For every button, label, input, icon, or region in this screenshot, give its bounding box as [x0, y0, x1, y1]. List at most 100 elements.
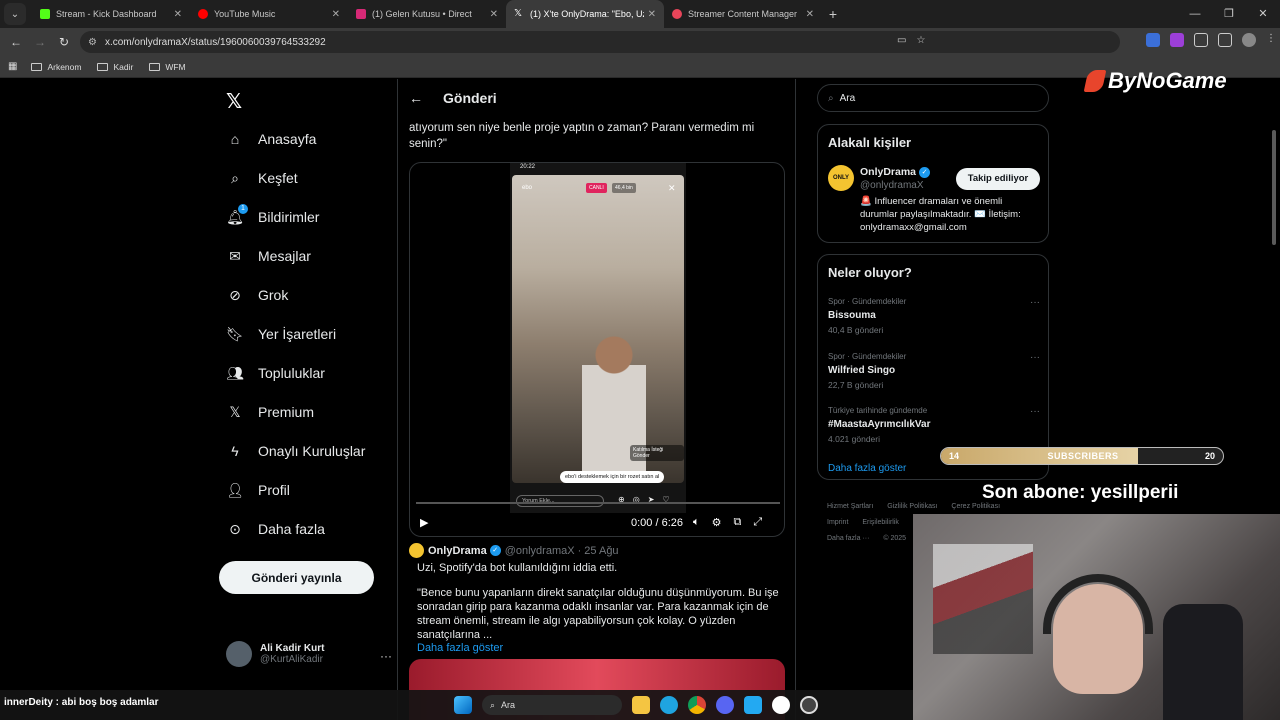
- trend-item[interactable]: Spor · Gündemdekiler Wilfried Singo 22,7…: [828, 352, 1040, 390]
- nav-profile[interactable]: 👤︎ Profil: [226, 481, 290, 499]
- minimize-icon[interactable]: —: [1178, 0, 1212, 28]
- nav-explore[interactable]: ⌕ Keşfet: [226, 169, 298, 187]
- nav-messages[interactable]: ✉ Mesajlar: [226, 247, 311, 265]
- windows-taskbar: innerDeity : abi boş boş adamlar ⌕ Ara: [0, 690, 913, 720]
- more-icon: ⊙: [229, 520, 241, 537]
- fullscreen-icon[interactable]: ⤢: [753, 516, 762, 529]
- video-player[interactable]: 20:22 ebo CANLI 46,4 bin ✕ Katılma İsteğ…: [409, 162, 785, 537]
- account-switcher[interactable]: Ali Kadir Kurt @KurtAliKadir ···: [226, 641, 392, 667]
- github-icon[interactable]: [772, 696, 790, 714]
- forward-icon[interactable]: →: [28, 35, 52, 49]
- bynogame-logo-icon: [1083, 70, 1107, 92]
- play-icon[interactable]: ▶: [420, 516, 428, 529]
- bookmark-kadir[interactable]: Kadir: [97, 62, 133, 72]
- post-button[interactable]: Gönderi yayınla: [219, 561, 374, 594]
- account-name: Ali Kadir Kurt: [260, 643, 325, 654]
- video-progress-bar[interactable]: [416, 502, 780, 504]
- discord-icon[interactable]: [716, 696, 734, 714]
- trend-item[interactable]: Spor · Gündemdekiler Bissouma 40,4 B gön…: [828, 297, 1040, 335]
- gaming-chair: [1163, 604, 1243, 720]
- media-icon[interactable]: [1218, 33, 1232, 47]
- settings-icon[interactable]: ⚙: [712, 516, 722, 529]
- translate-extension-icon[interactable]: [1146, 33, 1160, 47]
- back-arrow-icon[interactable]: ←: [409, 90, 423, 106]
- chrome-icon[interactable]: [688, 696, 706, 714]
- tab-streamer-content-manager[interactable]: Streamer Content Manager ✕: [664, 0, 822, 28]
- youtube-icon: [198, 9, 208, 19]
- puzzle-icon[interactable]: [1194, 33, 1208, 47]
- bookmark-arkenom[interactable]: Arkenom: [31, 62, 81, 72]
- tab-youtube-music[interactable]: YouTube Music ✕: [190, 0, 348, 28]
- show-more-link[interactable]: Daha fazla göster: [409, 642, 785, 654]
- nav-premium[interactable]: 𝕏 Premium: [226, 403, 314, 421]
- footer-link[interactable]: Imprint: [827, 519, 848, 526]
- nav-bookmarks[interactable]: 🔖︎ Yer İşaretleri: [226, 325, 336, 343]
- vscode-icon[interactable]: [744, 696, 762, 714]
- install-icon[interactable]: ▭: [897, 35, 906, 46]
- extensions-area: ⋮: [1146, 33, 1276, 47]
- apps-icon[interactable]: ▦: [8, 61, 17, 72]
- more-dots-icon[interactable]: ···: [1030, 297, 1040, 308]
- tab-kick-dashboard[interactable]: Stream - Kick Dashboard ✕: [32, 0, 190, 28]
- purple-extension-icon[interactable]: [1170, 33, 1184, 47]
- edge-icon[interactable]: [660, 696, 678, 714]
- back-icon[interactable]: ←: [4, 35, 28, 49]
- quote-author-name[interactable]: OnlyDrama: [428, 545, 487, 557]
- star-icon[interactable]: ☆: [916, 35, 925, 46]
- tab-search-button[interactable]: ⌄: [4, 3, 26, 25]
- nav-verified-orgs[interactable]: ϟ Onaylı Kuruluşlar: [226, 442, 365, 460]
- nav-notifications[interactable]: 🔔︎ 1 Bildirimler: [226, 204, 319, 226]
- footer-link[interactable]: Gizlilik Politikası: [887, 503, 937, 510]
- following-button[interactable]: Takip ediliyor: [956, 168, 1040, 190]
- menu-icon[interactable]: ⋮: [1266, 33, 1276, 47]
- window-controls: — ❐ ✕: [1178, 0, 1280, 28]
- lightning-icon: ϟ: [231, 443, 239, 459]
- new-tab-button[interactable]: +: [822, 6, 844, 22]
- nav-more[interactable]: ⊙ Daha fazla: [226, 520, 325, 538]
- trend-item[interactable]: Türkiye tarihinde gündemde #MaastaAyrımc…: [828, 406, 1040, 444]
- more-dots-icon[interactable]: ···: [1030, 352, 1040, 363]
- avatar[interactable]: ONLY: [828, 165, 854, 191]
- tab-instagram-direct[interactable]: (1) Gelen Kutusu • Direct ✕: [348, 0, 506, 28]
- volume-icon[interactable]: 🔈︎: [693, 516, 700, 529]
- close-icon[interactable]: ✕: [806, 9, 814, 20]
- x-logo-icon[interactable]: 𝕏: [226, 89, 242, 114]
- nav-home[interactable]: ⌂ Anasayfa: [226, 130, 317, 148]
- footer-link[interactable]: Erişilebilirlik: [862, 519, 899, 526]
- avatar[interactable]: [409, 543, 424, 558]
- close-icon[interactable]: ✕: [174, 9, 182, 20]
- comment-placeholder: Yorum Ekle...: [516, 495, 604, 507]
- show-more-trends-link[interactable]: Daha fazla göster: [828, 463, 906, 474]
- footer-link[interactable]: Hizmet Şartları: [827, 503, 873, 510]
- scroll-thumb[interactable]: [1272, 130, 1276, 245]
- more-dots-icon[interactable]: ···: [1030, 406, 1040, 417]
- pip-icon[interactable]: ⧉: [733, 516, 741, 529]
- taskbar-search[interactable]: ⌕ Ara: [482, 695, 622, 715]
- windows-start-icon[interactable]: [454, 696, 472, 714]
- viewer-count: 46,4 bin: [612, 183, 636, 193]
- site-info-icon[interactable]: ⚙: [88, 37, 97, 48]
- folder-icon: [31, 62, 43, 71]
- profile-icon[interactable]: [1242, 33, 1256, 47]
- obs-icon[interactable]: [800, 696, 818, 714]
- quote-date: · 25 Ağu: [577, 544, 619, 557]
- url-input[interactable]: ⚙ x.com/onlydramaX/status/19600600397645…: [80, 31, 1120, 53]
- close-icon[interactable]: ✕: [648, 9, 656, 20]
- person-icon: 👤︎: [226, 481, 244, 498]
- more-dots-icon[interactable]: ···: [380, 649, 392, 663]
- browser-tab-bar: ⌄ Stream - Kick Dashboard ✕ YouTube Musi…: [0, 0, 1280, 28]
- nav-communities[interactable]: 👥︎ Topluluklar: [226, 364, 325, 382]
- tab-x-onlydrama[interactable]: 𝕏 (1) X'te OnlyDrama: "Ebo, Uzi'ni ✕: [506, 0, 664, 28]
- verified-icon: ✓: [919, 166, 931, 178]
- file-explorer-icon[interactable]: [632, 696, 650, 714]
- footer-link[interactable]: Daha fazla ···: [827, 535, 869, 542]
- close-window-icon[interactable]: ✕: [1246, 0, 1280, 28]
- reload-icon[interactable]: ↻: [52, 35, 76, 49]
- nav-grok[interactable]: ⊘ Grok: [226, 286, 288, 304]
- maximize-icon[interactable]: ❐: [1212, 0, 1246, 28]
- search-input[interactable]: ⌕ Ara: [817, 84, 1049, 112]
- bookmark-wfm[interactable]: WFM: [149, 62, 186, 72]
- close-icon[interactable]: ✕: [490, 9, 498, 20]
- footer-link[interactable]: Çerez Politikası: [951, 503, 1000, 510]
- close-icon[interactable]: ✕: [332, 9, 340, 20]
